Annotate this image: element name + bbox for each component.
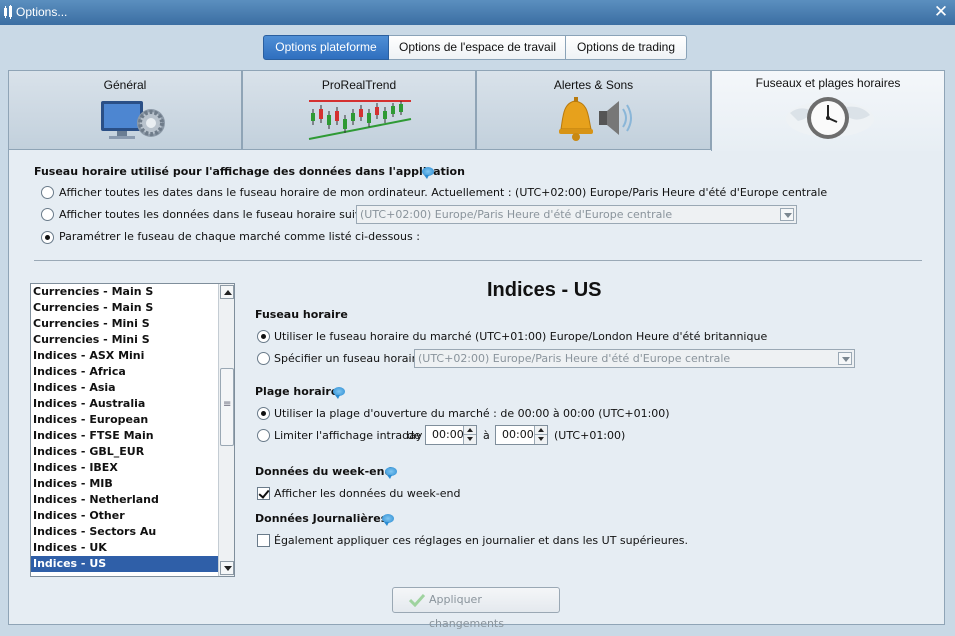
list-item[interactable]: Indices - FTSE Main xyxy=(31,428,219,444)
weekend-checkbox[interactable] xyxy=(257,487,270,500)
tab-general-label: Général xyxy=(103,78,147,92)
scroll-down-icon[interactable] xyxy=(220,561,234,575)
tab-options-trading[interactable]: Options de trading xyxy=(566,35,687,60)
radio-computer-tz-label: Afficher toutes les dates dans le fuseau… xyxy=(59,186,828,199)
list-item[interactable]: Indices - GBL_EUR xyxy=(31,444,219,460)
weekend-heading: Données du week-end xyxy=(255,465,393,478)
list-item[interactable]: Currencies - Main S xyxy=(31,284,219,300)
list-item[interactable]: Currencies - Mini S xyxy=(31,332,219,348)
list-item[interactable]: Indices - IBEX xyxy=(31,460,219,476)
list-item[interactable]: Currencies - Main S xyxy=(31,300,219,316)
help-bubble-icon[interactable] xyxy=(382,514,394,526)
list-item[interactable]: Indices - ASX Mini xyxy=(31,348,219,364)
weekend-checkbox-label: Afficher les données du week-end xyxy=(274,487,461,500)
intraday-tz-label: (UTC+01:00) xyxy=(554,429,626,442)
chevron-down-icon[interactable] xyxy=(838,352,852,365)
scroll-up-icon[interactable] xyxy=(220,285,234,299)
bell-speaker-icon xyxy=(559,97,632,141)
daily-checkbox-label: Également appliquer ces réglages en jour… xyxy=(274,534,688,547)
app-icon xyxy=(4,5,12,19)
to-label: à xyxy=(483,429,490,442)
fuseau-heading: Fuseau horaire xyxy=(255,308,348,321)
daily-heading: Données Journalières xyxy=(255,512,388,525)
list-item[interactable]: Indices - Other xyxy=(31,508,219,524)
apply-changes-button[interactable]: Appliquer changements xyxy=(392,587,560,630)
radio-market-hours[interactable] xyxy=(257,407,270,420)
list-item[interactable]: Indices - Sectors Au xyxy=(31,524,219,540)
world-clock-icon xyxy=(786,97,874,139)
list-item[interactable]: Indices - UK xyxy=(31,540,219,556)
radio-per-market-tz[interactable] xyxy=(41,231,54,244)
title-bar: Options... ✕ xyxy=(0,0,955,25)
radio-per-market-tz-label: Paramétrer le fuseau de chaque marché co… xyxy=(59,230,420,243)
stepper-down-icon[interactable] xyxy=(534,435,547,444)
radio-market-hours-label: Utiliser la plage d'ouverture du marché … xyxy=(274,407,670,420)
list-item[interactable]: Indices - Netherland xyxy=(31,492,219,508)
market-list-scrollbar[interactable] xyxy=(218,284,234,576)
list-item[interactable]: Indices - European xyxy=(31,412,219,428)
top-tabs: Options plateforme Options de l'espace d… xyxy=(263,35,687,60)
tab-general[interactable]: Général xyxy=(8,70,242,150)
options-panel: Fuseau horaire utilisé pour l'affichage … xyxy=(8,149,945,630)
plage-heading: Plage horaire xyxy=(255,385,339,398)
tab-alertes-sons-label: Alertes & Sons xyxy=(553,78,634,92)
list-item[interactable]: Indices - Asia xyxy=(31,380,219,396)
market-tz-select-value: (UTC+02:00) Europe/Paris Heure d'été d'E… xyxy=(418,352,731,365)
tab-prorealtrend-label: ProRealTrend xyxy=(321,78,397,92)
tab-fuseaux-plages[interactable]: Fuseaux et plages horaires xyxy=(711,70,945,151)
daily-checkbox[interactable] xyxy=(257,534,270,547)
help-bubble-icon[interactable] xyxy=(333,387,345,399)
radio-limit-intraday-label: Limiter l'affichage intraday xyxy=(274,429,423,442)
market-title: Indices - US xyxy=(487,279,602,301)
global-tz-heading: Fuseau horaire utilisé pour l'affichage … xyxy=(34,165,465,178)
radio-computer-tz[interactable] xyxy=(41,186,54,199)
stepper-up-icon[interactable] xyxy=(463,426,476,435)
list-item[interactable]: Indices - Australia xyxy=(31,396,219,412)
to-time-value: 00:00 xyxy=(502,428,534,441)
global-tz-select-value: (UTC+02:00) Europe/Paris Heure d'été d'E… xyxy=(360,208,673,221)
radio-custom-tz-label: Spécifier un fuseau horaire : xyxy=(274,352,430,365)
checkmark-icon xyxy=(409,593,425,607)
scroll-thumb[interactable] xyxy=(220,368,234,446)
market-tz-select[interactable]: (UTC+02:00) Europe/Paris Heure d'été d'E… xyxy=(414,349,855,368)
separator xyxy=(34,260,922,261)
radio-custom-tz[interactable] xyxy=(257,352,270,365)
radio-market-tz-label: Utiliser le fuseau horaire du marché (UT… xyxy=(274,330,768,343)
from-label: de xyxy=(407,429,421,442)
stepper-up-icon[interactable] xyxy=(534,426,547,435)
global-tz-select[interactable]: (UTC+02:00) Europe/Paris Heure d'été d'E… xyxy=(356,205,797,224)
tab-options-espace-travail[interactable]: Options de l'espace de travail xyxy=(389,35,566,60)
help-bubble-icon[interactable] xyxy=(385,467,397,479)
radio-limit-intraday[interactable] xyxy=(257,429,270,442)
tab-alertes-sons[interactable]: Alertes & Sons xyxy=(476,70,711,150)
tab-options-plateforme[interactable]: Options plateforme xyxy=(263,35,389,60)
radio-market-tz[interactable] xyxy=(257,330,270,343)
market-list-items: Currencies - Main S Currencies - Main S Cu… xyxy=(31,284,219,572)
apply-changes-label: Appliquer changements xyxy=(429,593,504,630)
from-time-value: 00:00 xyxy=(432,428,464,441)
tab-fuseaux-plages-label: Fuseaux et plages horaires xyxy=(755,76,901,90)
to-time-stepper[interactable]: 00:00 xyxy=(495,425,548,445)
trend-chart-icon xyxy=(308,100,412,140)
market-list[interactable]: Currencies - Main S Currencies - Main S Cu… xyxy=(30,283,235,577)
chevron-down-icon[interactable] xyxy=(780,208,794,221)
radio-specific-tz-label: Afficher toutes les données dans le fuse… xyxy=(59,208,387,221)
help-bubble-icon[interactable] xyxy=(422,167,434,179)
close-icon[interactable]: ✕ xyxy=(933,2,949,22)
monitor-gear-icon xyxy=(101,101,165,139)
list-item[interactable]: Indices - MIB xyxy=(31,476,219,492)
tab-prorealtrend[interactable]: ProRealTrend xyxy=(242,70,476,150)
list-item[interactable]: Indices - US xyxy=(31,556,219,572)
window-title: Options... xyxy=(16,5,68,19)
radio-specific-tz[interactable] xyxy=(41,208,54,221)
list-item[interactable]: Indices - Africa xyxy=(31,364,219,380)
list-item[interactable]: Currencies - Mini S xyxy=(31,316,219,332)
from-time-stepper[interactable]: 00:00 xyxy=(425,425,477,445)
stepper-down-icon[interactable] xyxy=(463,435,476,444)
